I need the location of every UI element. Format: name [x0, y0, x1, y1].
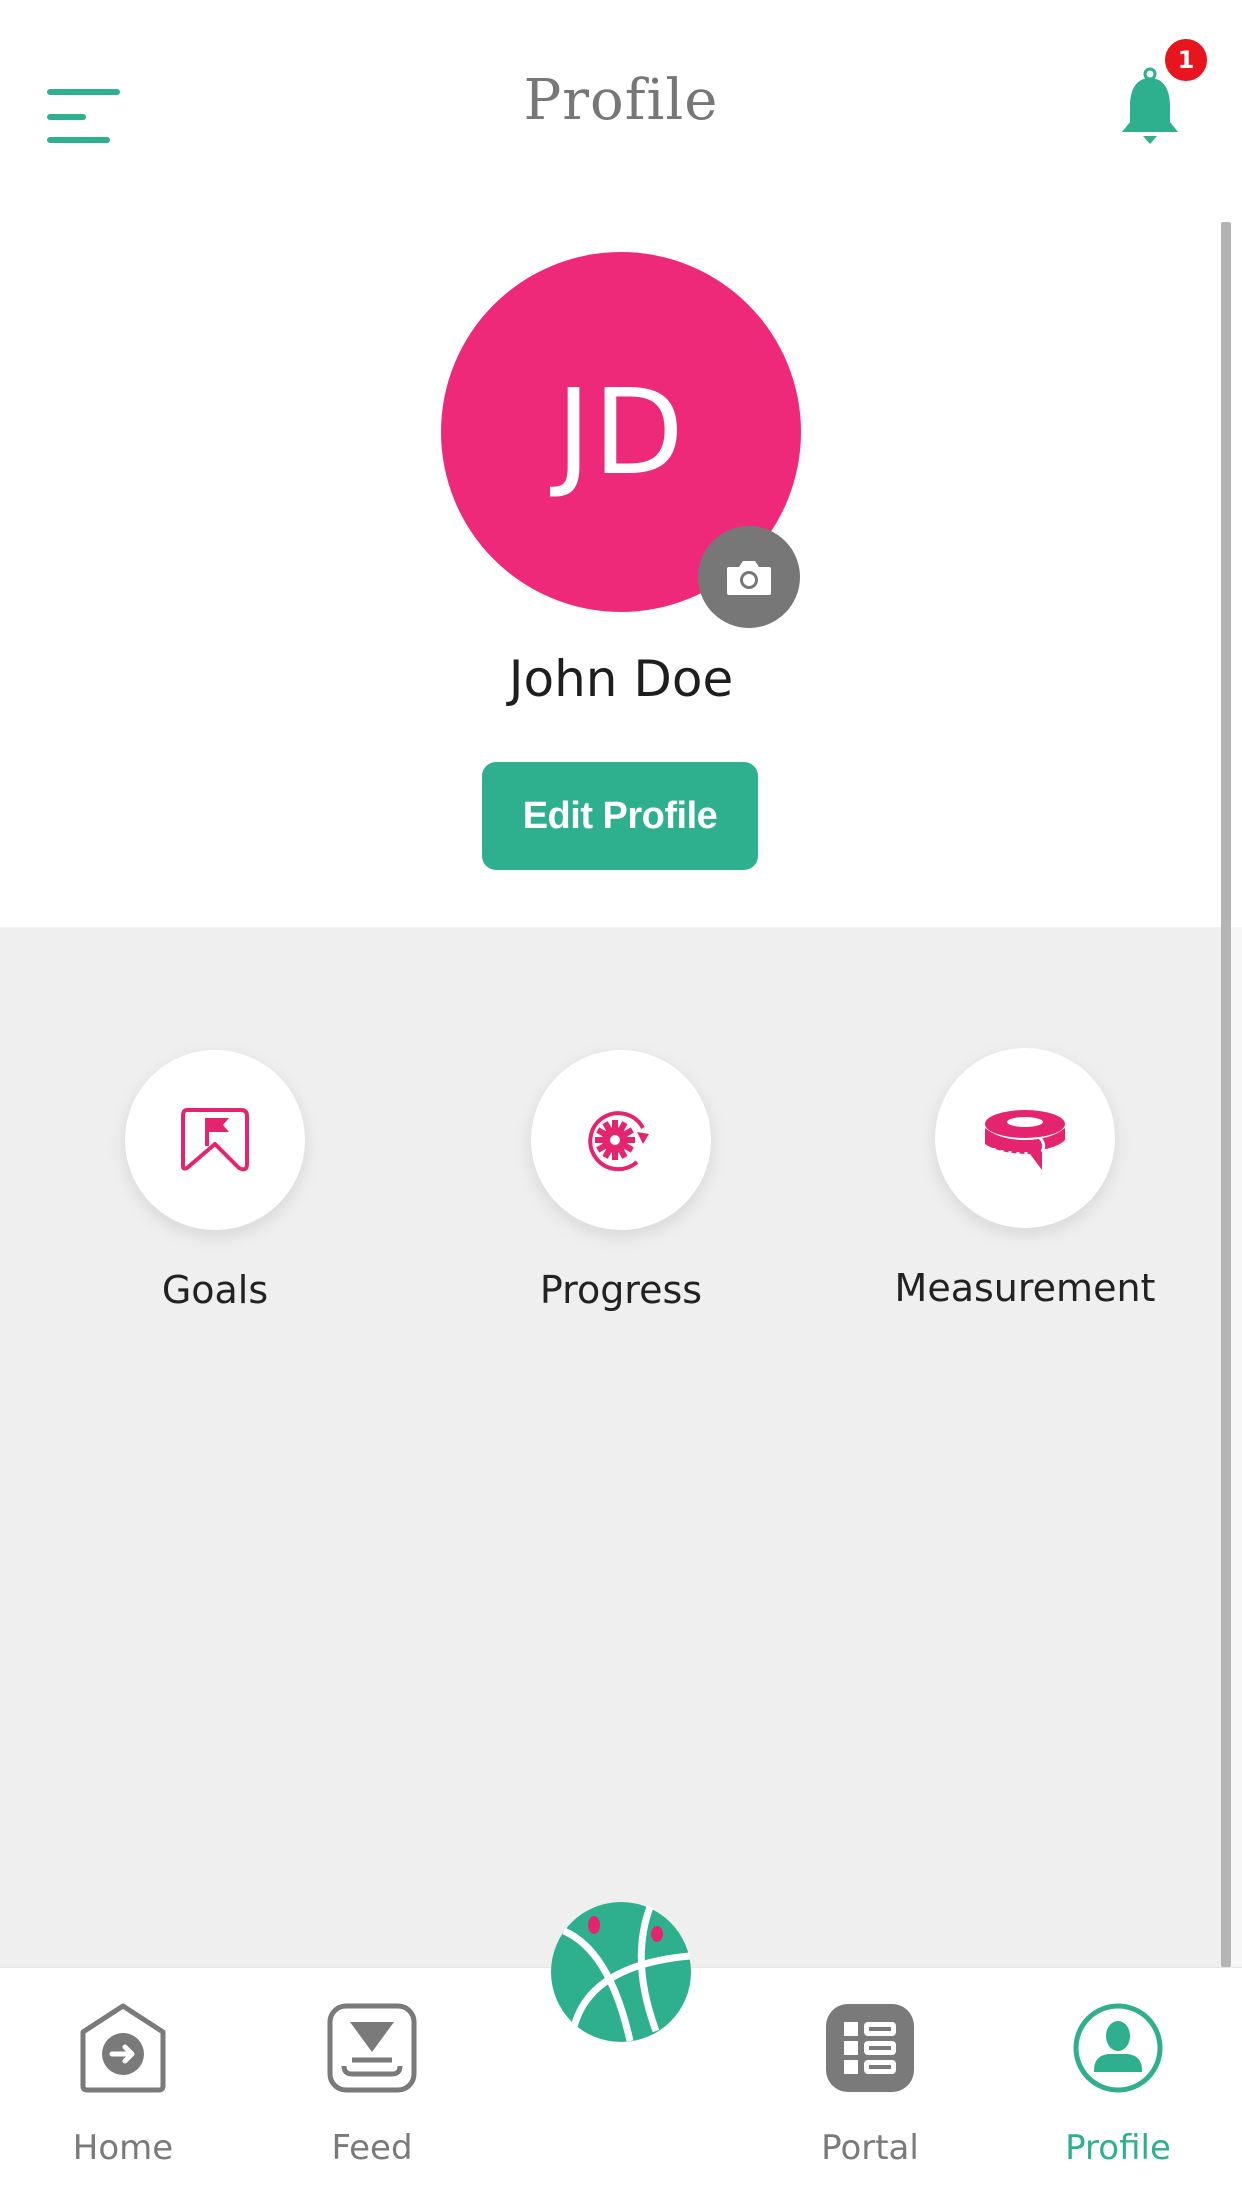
nav-profile-label: Profile — [1065, 2128, 1171, 2168]
home-icon — [80, 2003, 166, 2093]
change-photo-button[interactable] — [698, 526, 800, 628]
basketball-icon — [551, 1902, 691, 2042]
camera-icon — [727, 561, 771, 595]
scroll-track — [1231, 927, 1242, 1968]
scrollbar[interactable] — [1221, 222, 1231, 1967]
feed-icon — [327, 2003, 417, 2093]
nav-feed-label: Feed — [331, 2128, 413, 2168]
nav-center-button[interactable] — [550, 1901, 692, 2043]
page-title: Profile — [523, 68, 719, 133]
user-name: John Doe — [508, 650, 734, 708]
measuring-tape-icon — [985, 1110, 1065, 1170]
portal-icon — [826, 2004, 914, 2092]
tile-goals-circle — [125, 1050, 305, 1230]
tile-progress[interactable]: Progress — [471, 1050, 771, 1312]
goal-flag-icon — [181, 1108, 249, 1172]
nav-portal[interactable]: Portal — [780, 2000, 960, 2168]
tile-goals[interactable]: Goals — [65, 1050, 365, 1312]
tile-measurement-circle — [935, 1048, 1115, 1228]
edit-profile-button[interactable]: Edit Profile — [482, 762, 758, 870]
tile-measurement[interactable]: Measurement — [875, 1048, 1175, 1310]
nav-home[interactable]: Home — [33, 2000, 213, 2168]
profile-icon — [1073, 2003, 1163, 2093]
progress-gear-icon — [588, 1111, 649, 1172]
tile-progress-label: Progress — [539, 1268, 703, 1312]
nav-home-label: Home — [72, 2128, 174, 2168]
notification-badge: 1 — [1162, 36, 1210, 84]
tile-measurement-label: Measurement — [894, 1266, 1156, 1310]
tile-progress-circle — [531, 1050, 711, 1230]
nav-profile[interactable]: Profile — [1028, 2000, 1208, 2168]
nav-feed[interactable]: Feed — [282, 2000, 462, 2168]
nav-portal-label: Portal — [821, 2128, 919, 2168]
tile-goals-label: Goals — [161, 1268, 269, 1312]
